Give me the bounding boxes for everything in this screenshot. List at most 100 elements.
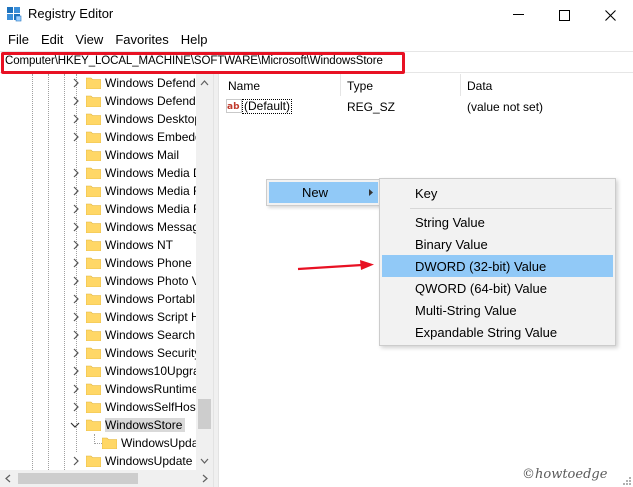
context-menu-new-label: New xyxy=(302,185,329,200)
scroll-up-icon[interactable] xyxy=(200,80,209,86)
tree-item-label: WindowsStore xyxy=(105,418,186,432)
menu-view[interactable]: View xyxy=(69,30,109,50)
folder-icon xyxy=(86,203,101,215)
submenu-binary-value[interactable]: Binary Value xyxy=(382,233,613,255)
chevron-right-icon[interactable] xyxy=(72,132,80,142)
tree-item[interactable]: WindowsSelfHost xyxy=(0,398,197,416)
column-type[interactable]: Type xyxy=(347,79,373,93)
submenu-expandable-string-value[interactable]: Expandable String Value xyxy=(382,321,613,343)
tree-item-label: Windows Photo V xyxy=(105,274,197,288)
pane-splitter[interactable] xyxy=(213,74,219,487)
tree-item[interactable]: Windows Mail xyxy=(0,146,196,164)
chevron-right-icon[interactable] xyxy=(72,78,80,88)
tree-item[interactable]: Windows Desktop xyxy=(0,110,197,128)
tree-item[interactable]: Windows Phone xyxy=(0,254,196,272)
submenu-multi-string-value[interactable]: Multi-String Value xyxy=(382,299,613,321)
red-arrow-icon xyxy=(297,260,374,271)
close-button[interactable] xyxy=(587,0,633,30)
folder-icon xyxy=(86,365,101,377)
menu-help[interactable]: Help xyxy=(175,30,214,50)
chevron-right-icon[interactable] xyxy=(72,312,80,322)
tree-item-label: Windows Media D xyxy=(105,166,197,180)
chevron-down-icon[interactable] xyxy=(70,421,80,429)
submenu-string-value[interactable]: String Value xyxy=(382,211,613,233)
chevron-right-icon[interactable] xyxy=(72,204,80,214)
folder-icon xyxy=(86,293,101,305)
tree-item-windowsstore[interactable]: WindowsStore xyxy=(0,416,196,434)
window-title: Registry Editor xyxy=(28,6,114,21)
scrollbar-thumb[interactable] xyxy=(198,399,211,429)
value-name[interactable]: (Default) xyxy=(242,99,293,114)
maximize-button[interactable] xyxy=(541,0,587,30)
string-value-icon: ab xyxy=(226,99,242,113)
tree-item[interactable]: Windows Photo V xyxy=(0,272,197,290)
tree-item-label: Windows10Upgra xyxy=(105,364,197,378)
tree-item[interactable]: Windows Search xyxy=(0,326,196,344)
chevron-right-icon[interactable] xyxy=(72,402,80,412)
menu-file[interactable]: File xyxy=(2,30,35,50)
scroll-down-icon[interactable] xyxy=(200,458,209,464)
tree-item[interactable]: Windows Media F xyxy=(0,182,197,200)
key-tree: Windows Defend Windows Defend Windows De… xyxy=(0,74,212,470)
column-data[interactable]: Data xyxy=(467,79,492,93)
tree-item[interactable]: WindowsUpda xyxy=(0,434,196,452)
chevron-right-icon[interactable] xyxy=(72,276,80,286)
tree-horizontal-scrollbar[interactable] xyxy=(0,470,213,487)
chevron-right-icon[interactable] xyxy=(72,114,80,124)
tree-item[interactable]: WindowsUpdate xyxy=(0,452,196,470)
resize-grip-icon[interactable] xyxy=(620,474,632,486)
tree-item[interactable]: Windows Embedd xyxy=(0,128,197,146)
minimize-button[interactable] xyxy=(495,0,541,30)
tree-vertical-scrollbar[interactable] xyxy=(196,74,213,470)
chevron-right-icon[interactable] xyxy=(72,258,80,268)
scrollbar-thumb[interactable] xyxy=(18,473,138,484)
tree-item[interactable]: WindowsRuntime xyxy=(0,380,197,398)
chevron-right-icon[interactable] xyxy=(72,330,80,340)
value-type: REG_SZ xyxy=(347,100,396,114)
submenu-item-label: DWORD (32-bit) Value xyxy=(415,259,547,274)
submenu-qword-value[interactable]: QWORD (64-bit) Value xyxy=(382,277,613,299)
context-menu: New xyxy=(266,179,381,206)
scroll-right-icon[interactable] xyxy=(202,474,208,483)
chevron-right-icon[interactable] xyxy=(72,366,80,376)
tree-item[interactable]: Windows NT xyxy=(0,236,196,254)
column-name[interactable]: Name xyxy=(228,79,260,93)
chevron-right-icon[interactable] xyxy=(72,168,80,178)
submenu-dword-value[interactable]: DWORD (32-bit) Value xyxy=(382,255,613,277)
title-bar: Registry Editor xyxy=(0,0,633,30)
chevron-right-icon[interactable] xyxy=(72,456,80,466)
chevron-right-icon[interactable] xyxy=(72,384,80,394)
folder-icon xyxy=(86,239,101,251)
chevron-right-icon[interactable] xyxy=(72,294,80,304)
tree-item[interactable]: Windows Messag xyxy=(0,218,197,236)
menu-favorites[interactable]: Favorites xyxy=(109,30,174,50)
tree-item-label: Windows Search xyxy=(105,328,196,342)
chevron-right-icon[interactable] xyxy=(72,186,80,196)
folder-icon xyxy=(86,401,101,413)
tree-item-label: Windows NT xyxy=(105,238,174,252)
menu-edit[interactable]: Edit xyxy=(35,30,69,50)
chevron-right-icon[interactable] xyxy=(72,240,80,250)
tree-item[interactable]: Windows10Upgra xyxy=(0,362,197,380)
new-submenu: Key String Value Binary Value DWORD (32-… xyxy=(379,178,616,346)
tree-item[interactable]: Windows Portabl xyxy=(0,290,196,308)
submenu-key[interactable]: Key xyxy=(382,182,613,204)
tree-item[interactable]: Windows Security xyxy=(0,344,197,362)
chevron-right-icon[interactable] xyxy=(72,96,80,106)
tree-item[interactable]: Windows Media F xyxy=(0,200,197,218)
tree-item[interactable]: Windows Defend xyxy=(0,92,196,110)
submenu-item-label: Multi-String Value xyxy=(415,303,517,318)
tree-item[interactable]: Windows Script H xyxy=(0,308,197,326)
chevron-right-icon[interactable] xyxy=(72,348,80,358)
tree-item[interactable]: Windows Defend xyxy=(0,74,196,92)
tree-item-label: Windows Media F xyxy=(105,202,197,216)
tree-item[interactable]: Windows Media D xyxy=(0,164,197,182)
value-row[interactable]: ab (Default) REG_SZ (value not set) xyxy=(220,97,633,115)
tree-item-label: Windows Portabl xyxy=(105,292,196,306)
folder-icon xyxy=(86,131,101,143)
folder-icon xyxy=(86,275,101,287)
folder-icon xyxy=(86,347,101,359)
tree-item-label: Windows Script H xyxy=(105,310,197,324)
scroll-left-icon[interactable] xyxy=(5,474,11,483)
chevron-right-icon[interactable] xyxy=(72,222,80,232)
